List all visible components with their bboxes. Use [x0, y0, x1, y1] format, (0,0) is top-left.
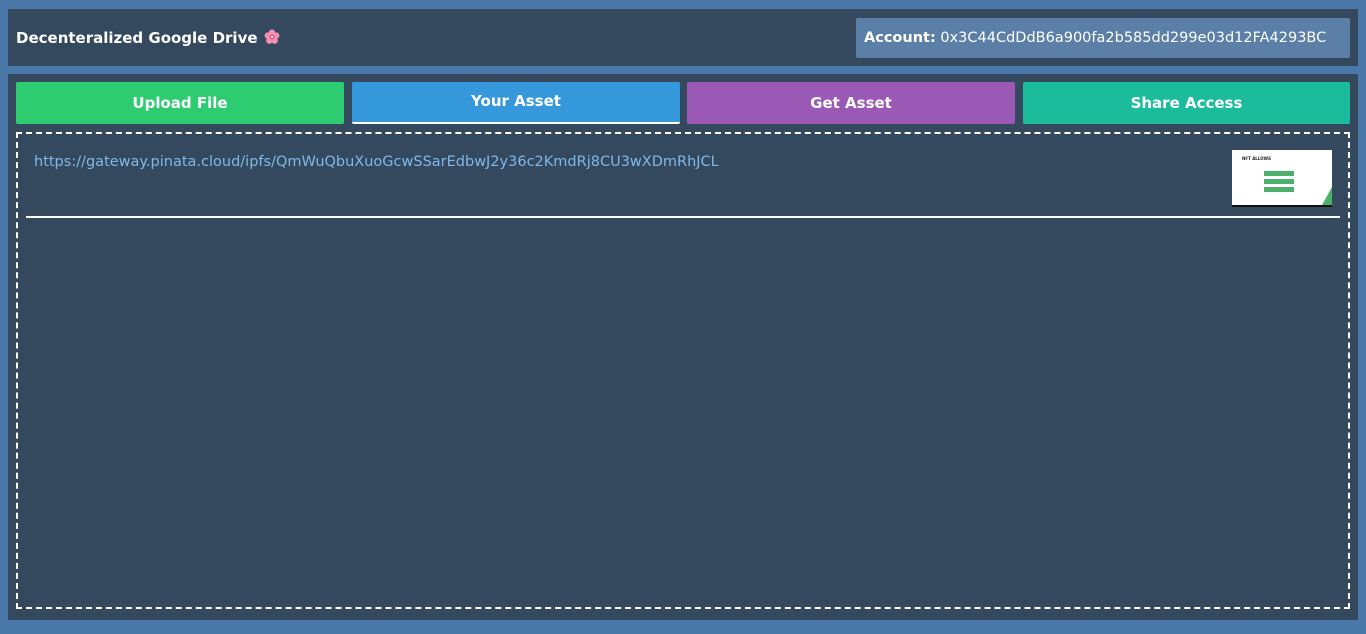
main-panel: Upload File Your Asset Get Asset Share A…: [8, 74, 1358, 620]
list-item: https://gateway.pinata.cloud/ipfs/QmWuQb…: [26, 142, 1340, 218]
thumbnail-bar: [1264, 171, 1294, 176]
thumbnail-corner-shape: [1322, 187, 1332, 205]
get-asset-tab[interactable]: Get Asset: [687, 82, 1015, 124]
thumbnail-bar: [1264, 179, 1294, 184]
app-title: Decenteralized Google Drive: [16, 28, 280, 50]
asset-list: https://gateway.pinata.cloud/ipfs/QmWuQb…: [16, 132, 1350, 609]
share-access-tab[interactable]: Share Access: [1023, 82, 1350, 124]
asset-link[interactable]: https://gateway.pinata.cloud/ipfs/QmWuQb…: [34, 154, 719, 170]
app-title-text: Decenteralized Google Drive: [16, 29, 258, 47]
your-asset-tab[interactable]: Your Asset: [352, 82, 680, 124]
account-display: Account: 0x3C44CdDdB6a900fa2b585dd299e03…: [856, 18, 1350, 58]
account-label: Account:: [864, 30, 936, 46]
flower-icon: [264, 29, 280, 50]
upload-file-tab[interactable]: Upload File: [16, 82, 344, 124]
asset-thumbnail[interactable]: NFT ALLOWS: [1232, 150, 1332, 207]
thumbnail-bar: [1264, 187, 1294, 192]
account-address: 0x3C44CdDdB6a900fa2b585dd299e03d12FA4293…: [940, 30, 1327, 46]
app-header: Decenteralized Google Drive Account: 0x3…: [8, 9, 1358, 66]
thumbnail-title: NFT ALLOWS: [1242, 156, 1271, 161]
